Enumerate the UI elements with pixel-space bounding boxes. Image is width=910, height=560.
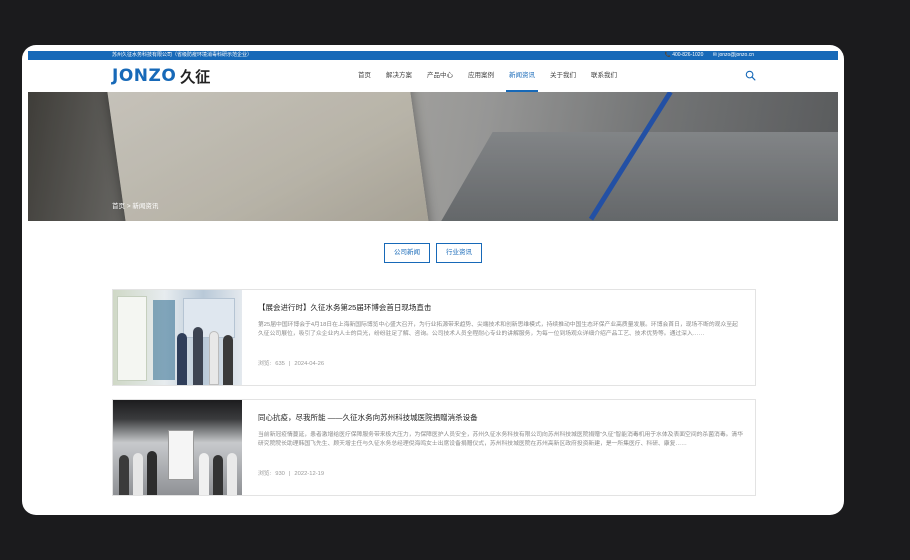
breadcrumb: 首页 > 新闻资讯 — [112, 200, 158, 210]
views-count: 635 — [275, 361, 285, 367]
nav-item-about[interactable]: 关于我们 — [550, 60, 576, 92]
news-summary: 当前新冠疫情蔓延，患者激增给医疗保障服务带来极大压力，为保障医护人员安全，苏州久… — [258, 432, 743, 447]
views-count: 930 — [275, 471, 285, 477]
site-logo[interactable]: JONZO 久征 — [112, 66, 211, 86]
news-meta: 浏览: 635 | 2024-04-26 — [258, 358, 328, 367]
tab-company-news[interactable]: 公司新闻 — [384, 243, 430, 263]
nav-item-cases[interactable]: 应用案例 — [468, 60, 494, 92]
email-address[interactable]: ✉ jonzo@jonzo.cn — [713, 52, 754, 58]
nav-item-contact[interactable]: 联系我们 — [591, 60, 617, 92]
news-thumbnail[interactable] — [113, 290, 242, 385]
company-name: 苏州久征水务科技有限公司（省级防疫环境消毒科研示范企业） — [112, 52, 253, 58]
browser-page: 苏州久征水务科技有限公司（省级防疫环境消毒科研示范企业） 📞 400-826-1… — [22, 45, 844, 515]
contact-info: 📞 400-826-1020 ✉ jonzo@jonzo.cn — [657, 51, 754, 60]
news-item[interactable]: 【展会进行时】久征水务第25届环博会首日现场直击 第25届中国环博会于4月18日… — [112, 289, 756, 386]
breadcrumb-current: 新闻资讯 — [132, 203, 159, 210]
top-info-bar: 苏州久征水务科技有限公司（省级防疫环境消毒科研示范企业） 📞 400-826-1… — [28, 51, 838, 60]
nav-item-products[interactable]: 产品中心 — [427, 60, 453, 92]
email-text: jonzo@jonzo.cn — [718, 52, 754, 58]
logo-cjk: 久征 — [180, 67, 211, 86]
tab-industry-news[interactable]: 行业资讯 — [436, 243, 482, 263]
nav-item-solutions[interactable]: 解决方案 — [386, 60, 412, 92]
news-item[interactable]: 同心抗疫，尽我所能 ——久征水务向苏州科技城医院捐赠消杀设备 当前新冠疫情蔓延，… — [112, 399, 756, 496]
nav-item-home[interactable]: 首页 — [358, 60, 371, 92]
news-category-tabs: 公司新闻 行业资讯 — [384, 243, 488, 263]
news-summary: 第25届中国环博会于4月18日在上海新国际博览中心盛大召开，为行业拓源带来趋势、… — [258, 322, 738, 337]
main-nav: 首页 解决方案 产品中心 应用案例 新闻资讯 关于我们 联系我们 — [358, 60, 632, 92]
news-title[interactable]: 同心抗疫，尽我所能 ——久征水务向苏州科技城医院捐赠消杀设备 — [258, 412, 478, 423]
phone-number[interactable]: 📞 400-826-1020 — [665, 52, 704, 58]
page-banner: 首页 > 新闻资讯 — [28, 92, 838, 221]
news-thumbnail[interactable] — [113, 400, 242, 495]
phone-text: 400-826-1020 — [672, 52, 704, 58]
views-label: 浏览: — [258, 471, 272, 477]
news-meta: 浏览: 930 | 2022-12-19 — [258, 468, 328, 477]
news-date: 2022-12-19 — [294, 471, 325, 477]
views-label: 浏览: — [258, 361, 272, 367]
breadcrumb-home[interactable]: 首页 — [112, 203, 125, 210]
site-header: JONZO 久征 首页 解决方案 产品中心 应用案例 新闻资讯 关于我们 联系我… — [28, 60, 838, 92]
nav-item-news[interactable]: 新闻资讯 — [506, 60, 538, 92]
meta-divider: | — [288, 471, 291, 477]
search-icon[interactable] — [745, 70, 756, 81]
meta-divider: | — [288, 361, 291, 367]
logo-latin: JONZO — [112, 66, 177, 86]
news-date: 2024-04-26 — [294, 361, 325, 367]
news-title[interactable]: 【展会进行时】久征水务第25届环博会首日现场直击 — [258, 302, 431, 313]
breadcrumb-separator: > — [126, 203, 131, 210]
